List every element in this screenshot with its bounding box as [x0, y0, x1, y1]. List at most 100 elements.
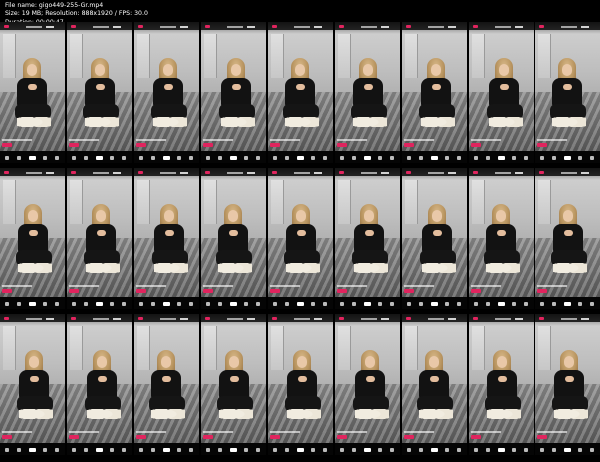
- app-bottom-bar: [268, 151, 333, 163]
- person: [15, 204, 52, 276]
- top-tab-active-line: [515, 318, 523, 320]
- home-icon: [540, 448, 544, 452]
- person: [14, 58, 51, 130]
- add-icon: [498, 156, 505, 160]
- person: [416, 350, 453, 422]
- pink-tag-icon: [537, 289, 547, 293]
- live-badge-icon: [205, 171, 210, 174]
- inbox-icon: [578, 156, 582, 160]
- caption-line: [270, 285, 300, 287]
- add-icon: [297, 156, 304, 160]
- inbox-icon: [578, 448, 582, 452]
- inbox-icon: [43, 448, 47, 452]
- top-tab-line: [26, 172, 42, 174]
- friends-icon: [552, 156, 556, 160]
- app-bottom-bar: [335, 443, 400, 455]
- person: [284, 350, 321, 422]
- app-top-bar: [268, 168, 333, 180]
- add-icon: [29, 448, 36, 452]
- home-icon: [273, 302, 277, 306]
- live-badge-icon: [339, 317, 344, 320]
- home-icon: [273, 156, 277, 160]
- home-icon: [206, 448, 210, 452]
- socks: [488, 114, 523, 130]
- caption-line: [203, 285, 233, 287]
- profile-icon: [590, 156, 594, 160]
- caption-line: [136, 431, 166, 433]
- top-tab-active-line: [113, 26, 121, 28]
- pink-tag-icon: [69, 435, 79, 439]
- door: [271, 326, 284, 370]
- add-icon: [96, 448, 103, 452]
- add-icon: [498, 302, 505, 306]
- video-frame-thumbnail: [0, 22, 65, 163]
- inbox-icon: [311, 302, 315, 306]
- friends-icon: [486, 302, 490, 306]
- video-frame-thumbnail: [402, 22, 467, 163]
- app-top-bar: [335, 314, 400, 326]
- hands: [95, 84, 105, 90]
- face: [94, 64, 105, 76]
- caption-line: [203, 431, 233, 433]
- app-bottom-bar: [201, 443, 266, 455]
- top-tab-active-line: [448, 172, 456, 174]
- top-tab-line: [561, 26, 577, 28]
- add-icon: [431, 448, 438, 452]
- file-name-line: File name: gigo449-255-Gr.mp4: [5, 2, 104, 9]
- live-badge-icon: [339, 171, 344, 174]
- app-bottom-bar: [67, 443, 132, 455]
- inbox-icon: [110, 156, 114, 160]
- friends-icon: [84, 302, 88, 306]
- person: [419, 204, 456, 276]
- live-badge-icon: [71, 171, 76, 174]
- friends-icon: [151, 302, 155, 306]
- pink-tag-icon: [471, 289, 481, 293]
- app-bottom-bar: [402, 297, 467, 309]
- face: [495, 210, 506, 222]
- socks: [552, 260, 587, 276]
- live-badge-icon: [205, 317, 210, 320]
- video-frame-thumbnail: [469, 314, 534, 455]
- add-icon: [431, 156, 438, 160]
- pink-tag-icon: [471, 435, 481, 439]
- app-bottom-bar: [335, 151, 400, 163]
- top-tab-line: [561, 172, 577, 174]
- video-frame-thumbnail: [268, 168, 333, 309]
- app-bottom-bar: [67, 297, 132, 309]
- app-top-bar: [335, 22, 400, 34]
- top-tab-active-line: [180, 26, 188, 28]
- top-tab-active-line: [314, 26, 322, 28]
- socks: [17, 260, 52, 276]
- add-icon: [96, 302, 103, 306]
- inbox-icon: [512, 448, 516, 452]
- profile-icon: [457, 302, 461, 306]
- profile-icon: [524, 302, 528, 306]
- live-badge-icon: [539, 171, 544, 174]
- profile-icon: [122, 302, 126, 306]
- add-icon: [364, 302, 371, 306]
- pink-tag-icon: [270, 435, 280, 439]
- video-frame-thumbnail: [402, 168, 467, 309]
- live-badge-icon: [539, 25, 544, 28]
- app-bottom-bar: [201, 151, 266, 163]
- top-tab-line: [93, 172, 109, 174]
- caption-line: [471, 139, 501, 141]
- top-tab-line: [361, 26, 377, 28]
- top-tab-line: [294, 26, 310, 28]
- top-tab-active-line: [180, 318, 188, 320]
- caption-line: [537, 431, 567, 433]
- friends-icon: [285, 302, 289, 306]
- socks: [218, 406, 253, 422]
- top-tab-active-line: [314, 172, 322, 174]
- app-top-bar: [402, 168, 467, 180]
- top-tab-line: [428, 172, 444, 174]
- profile-icon: [457, 156, 461, 160]
- socks: [486, 406, 521, 422]
- hands: [297, 376, 307, 382]
- video-frame-thumbnail: [134, 22, 199, 163]
- add-icon: [230, 156, 237, 160]
- app-bottom-bar: [134, 443, 199, 455]
- live-badge-icon: [4, 317, 9, 320]
- friends-icon: [17, 302, 21, 306]
- socks: [16, 114, 51, 130]
